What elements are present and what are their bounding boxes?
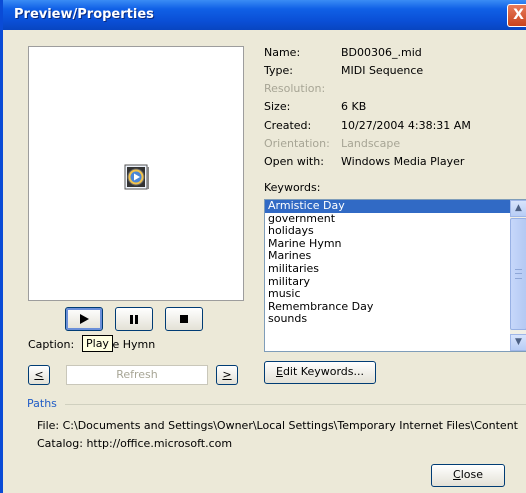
close-mnemonic: C (453, 468, 461, 481)
keywords-label: Keywords: (264, 181, 321, 194)
midi-media-file-icon (124, 164, 149, 190)
orientation-label: Orientation: (264, 137, 330, 150)
keywords-scrollbar[interactable]: ▲ ▼ (510, 200, 526, 351)
scroll-thumb[interactable] (510, 218, 526, 330)
name-label: Name: (264, 46, 301, 59)
refresh-button: Refresh (66, 365, 208, 385)
caption-label: Caption: (28, 338, 75, 351)
stop-button[interactable] (165, 307, 203, 331)
paths-divider (65, 404, 526, 405)
previous-label: < (34, 368, 44, 381)
edit-keywords-label: dit Keywords... (282, 365, 364, 378)
close-button[interactable]: Close (431, 464, 505, 487)
keyword-item[interactable]: music (265, 288, 526, 301)
catalog-url: Catalog: http://office.microsoft.com (37, 437, 233, 450)
preview-properties-window: Preview/Properties X Caption: Marine Hym… (0, 0, 526, 493)
resolution-label: Resolution: (264, 82, 326, 95)
orientation-value: Landscape (341, 137, 401, 150)
title-bar[interactable]: Preview/Properties X (3, 0, 526, 30)
next-button[interactable]: > (216, 365, 238, 385)
file-path: File: C:\Documents and Settings\Owner\Lo… (37, 419, 518, 432)
previous-button[interactable]: < (28, 365, 50, 385)
edit-keywords-button[interactable]: Edit Keywords... (264, 361, 376, 384)
created-label: Created: (264, 119, 312, 132)
next-label: > (222, 368, 232, 381)
grip-icon (515, 269, 522, 279)
play-tooltip: Play (82, 335, 113, 352)
scroll-up-arrow-icon[interactable]: ▲ (510, 200, 526, 217)
keyword-item[interactable]: militaries (265, 262, 526, 276)
pause-icon (130, 315, 138, 324)
keyword-item[interactable]: sounds (265, 313, 526, 326)
window-close-button[interactable]: X (507, 4, 526, 27)
paths-group-label: Paths (27, 397, 57, 410)
type-label: Type: (264, 64, 293, 77)
keyword-item[interactable]: Armistice Day (265, 200, 526, 213)
created-value: 10/27/2004 4:38:31 AM (341, 119, 471, 132)
stop-icon (180, 315, 188, 323)
pause-button[interactable] (115, 307, 153, 331)
keyword-item[interactable]: military (265, 275, 526, 289)
close-label: lose (460, 468, 483, 481)
name-value: BD00306_.mid (341, 46, 422, 59)
play-button[interactable] (65, 307, 103, 331)
scroll-down-arrow-icon[interactable]: ▼ (510, 334, 526, 351)
window-title: Preview/Properties (14, 7, 154, 22)
preview-pane (28, 46, 244, 301)
size-value: 6 KB (341, 100, 367, 113)
keyword-item[interactable]: holidays (265, 225, 526, 238)
keywords-items: Armistice Day government holidays Marine Hy… (265, 200, 526, 326)
open-with-value: Windows Media Player (341, 155, 465, 168)
edit-keywords-mnemonic: E (275, 365, 283, 378)
type-value: MIDI Sequence (341, 64, 424, 77)
size-label: Size: (264, 100, 291, 113)
open-with-label: Open with: (264, 155, 324, 168)
play-icon (80, 314, 89, 324)
keywords-listbox[interactable]: Armistice Day government holidays Marine Hy… (264, 199, 526, 352)
